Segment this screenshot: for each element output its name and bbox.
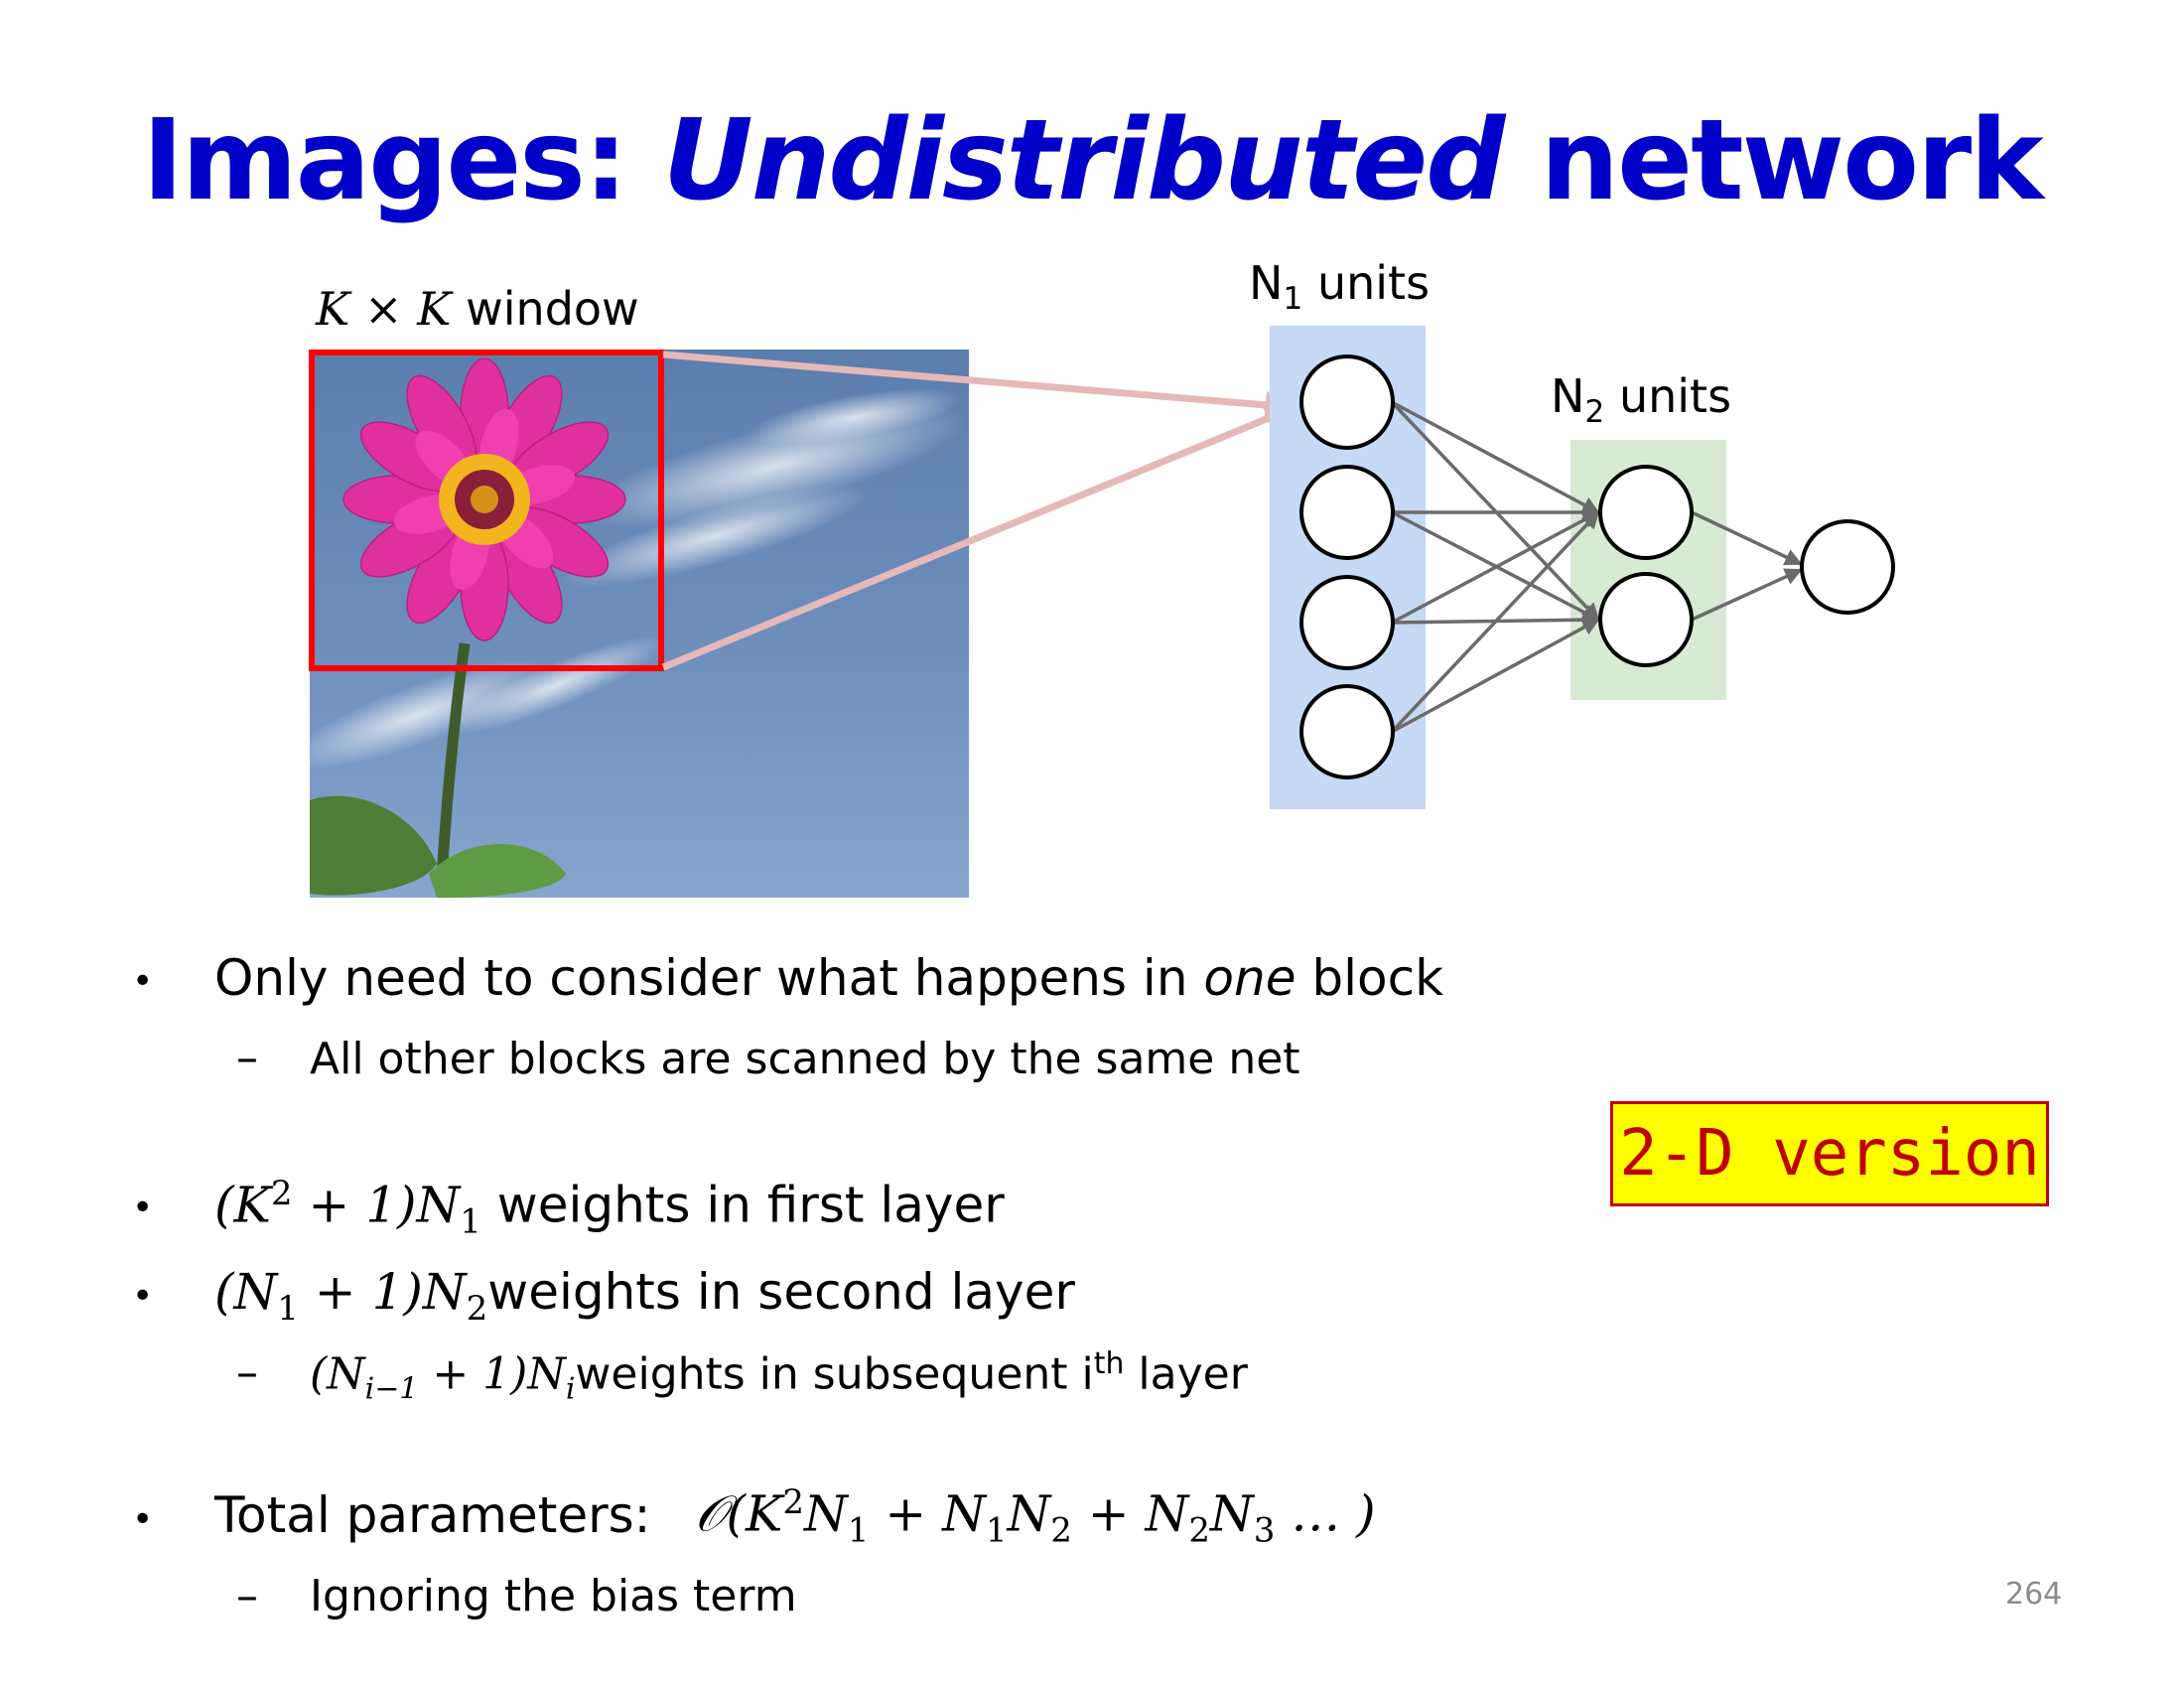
bullet-icon: • (132, 1188, 154, 1228)
b3-math-b: + 1)N (298, 1263, 467, 1321)
b3-math-sub1: 1 (277, 1289, 299, 1329)
sub-bullet-ith-layer: (Ni−1 + 1)Niweights in subsequent ith la… (310, 1346, 1248, 1407)
b4-math-f: N (1209, 1484, 1254, 1543)
b3s-text-b: layer (1124, 1348, 1248, 1400)
bullet-second-layer-weights: (N1 + 1)N2weights in second layer (214, 1262, 1075, 1330)
layer2-node (1598, 465, 1694, 560)
bullet-icon: • (132, 1499, 154, 1540)
page-number: 264 (2005, 1577, 2063, 1612)
b1-text-b: block (1296, 949, 1444, 1007)
b4-math-a: 𝒪(K (695, 1484, 783, 1543)
b4-math-s3: 2 (1050, 1510, 1072, 1551)
b1-text-emphasis: one (1203, 949, 1297, 1007)
b3s-text-a: weights in subsequent i (575, 1348, 1094, 1400)
bullet-one-block: Only need to consider what happens in on… (214, 948, 1443, 1008)
b4-math-b: N (804, 1484, 848, 1543)
b4-math-c: + N (869, 1484, 986, 1543)
network-diagram (286, 326, 1895, 899)
output-node (1800, 519, 1895, 615)
b3-text: weights in second layer (487, 1263, 1075, 1321)
b2-math-sub: 1 (460, 1201, 481, 1242)
b4-math-sup: 2 (782, 1482, 805, 1522)
sub-bullet-same-net: All other blocks are scanned by the same… (310, 1034, 1300, 1084)
b3s-math-a: (N (310, 1348, 365, 1400)
b2-math-a: (K (214, 1176, 271, 1234)
bullet-icon: • (132, 961, 154, 1002)
bullet-first-layer-weights: (K2 + 1)N1 weights in first layer (214, 1174, 1005, 1242)
layer2-node (1598, 572, 1694, 667)
two-d-version-badge: 2-D version (1610, 1101, 2049, 1206)
bullet-icon: • (132, 1276, 154, 1317)
b4-math-s1: 1 (847, 1510, 870, 1551)
b2-math-b: + 1)N (292, 1176, 461, 1234)
dash-icon: – (236, 1033, 258, 1083)
layer1-node (1299, 575, 1395, 670)
b4-math-s2: 1 (985, 1510, 1008, 1551)
layer1-node (1299, 354, 1395, 450)
flower-photo (286, 350, 969, 899)
total-parameters-formula: 𝒪(K2N1 + N1N2 + N2N3 … ) (695, 1482, 1376, 1551)
b4-math-e: + N (1071, 1484, 1189, 1543)
b1-text-a: Only need to consider what happens in (214, 949, 1204, 1007)
b2-text: weights in first layer (480, 1176, 1005, 1234)
sub-bullet-ignoring-bias: Ignoring the bias term (310, 1571, 797, 1621)
dash-icon: – (236, 1347, 258, 1398)
b3-math-a: (N (214, 1263, 278, 1321)
b4-text: Total parameters: (214, 1486, 651, 1544)
b3s-math-b: + 1)N (418, 1348, 566, 1400)
b2-math-sup: 2 (270, 1174, 293, 1213)
bullet-total-parameters: Total parameters: (214, 1485, 651, 1545)
b3s-math-sub2: i (565, 1371, 576, 1407)
b4-math-s4: 2 (1188, 1510, 1210, 1551)
layer1-node (1299, 465, 1395, 560)
b4-math-s5: 3 (1253, 1510, 1276, 1551)
b4-math-g: … ) (1275, 1484, 1376, 1543)
dash-icon: – (236, 1571, 258, 1621)
b3s-sup: th (1093, 1346, 1125, 1381)
b3-math-sub2: 2 (466, 1289, 488, 1329)
layer1-node (1299, 684, 1395, 779)
b4-math-d: N (1007, 1484, 1051, 1543)
b3s-math-sub1: i−1 (364, 1371, 419, 1407)
